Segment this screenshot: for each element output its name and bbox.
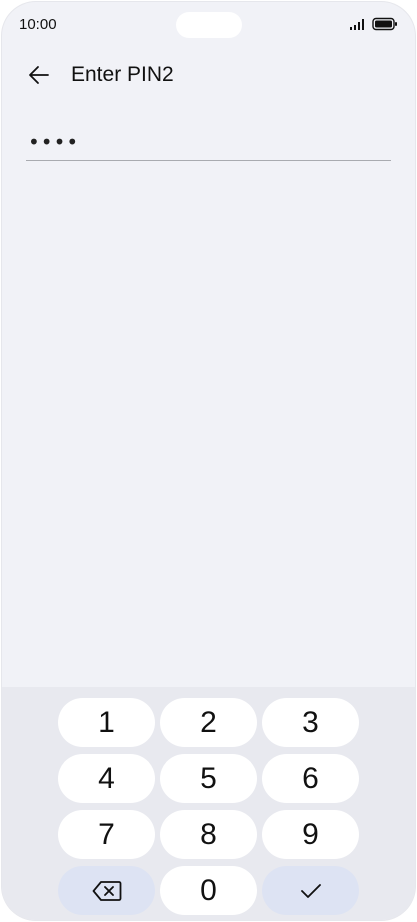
back-button[interactable] (22, 58, 56, 92)
signal-icon (350, 19, 364, 30)
backspace-icon (92, 880, 121, 901)
page-title: Enter PIN2 (71, 63, 174, 86)
key-6[interactable]: 6 (262, 754, 359, 803)
camera-island (176, 12, 242, 38)
pin-input[interactable]: •••• (26, 124, 391, 161)
app-header: Enter PIN2 (2, 54, 415, 94)
status-bar: 10:00 (2, 2, 415, 46)
key-2[interactable]: 2 (160, 698, 257, 747)
battery-icon (372, 17, 397, 31)
status-time: 10:00 (19, 16, 57, 33)
arrow-left-icon (29, 66, 49, 84)
key-1[interactable]: 1 (58, 698, 155, 747)
check-icon (300, 883, 321, 898)
confirm-button[interactable] (262, 866, 359, 915)
key-7[interactable]: 7 (58, 810, 155, 859)
delete-button[interactable] (58, 866, 155, 915)
key-8[interactable]: 8 (160, 810, 257, 859)
pin-input-value: •••• (28, 130, 80, 154)
key-5[interactable]: 5 (160, 754, 257, 803)
key-0[interactable]: 0 (160, 866, 257, 915)
key-3[interactable]: 3 (262, 698, 359, 747)
phone-screen: 10:00 Enter PIN2 •••• 1 2 3 4 5 6 7 8 9 … (2, 2, 415, 920)
key-4[interactable]: 4 (58, 754, 155, 803)
key-9[interactable]: 9 (262, 810, 359, 859)
numeric-keypad: 1 2 3 4 5 6 7 8 9 0 (2, 687, 415, 920)
